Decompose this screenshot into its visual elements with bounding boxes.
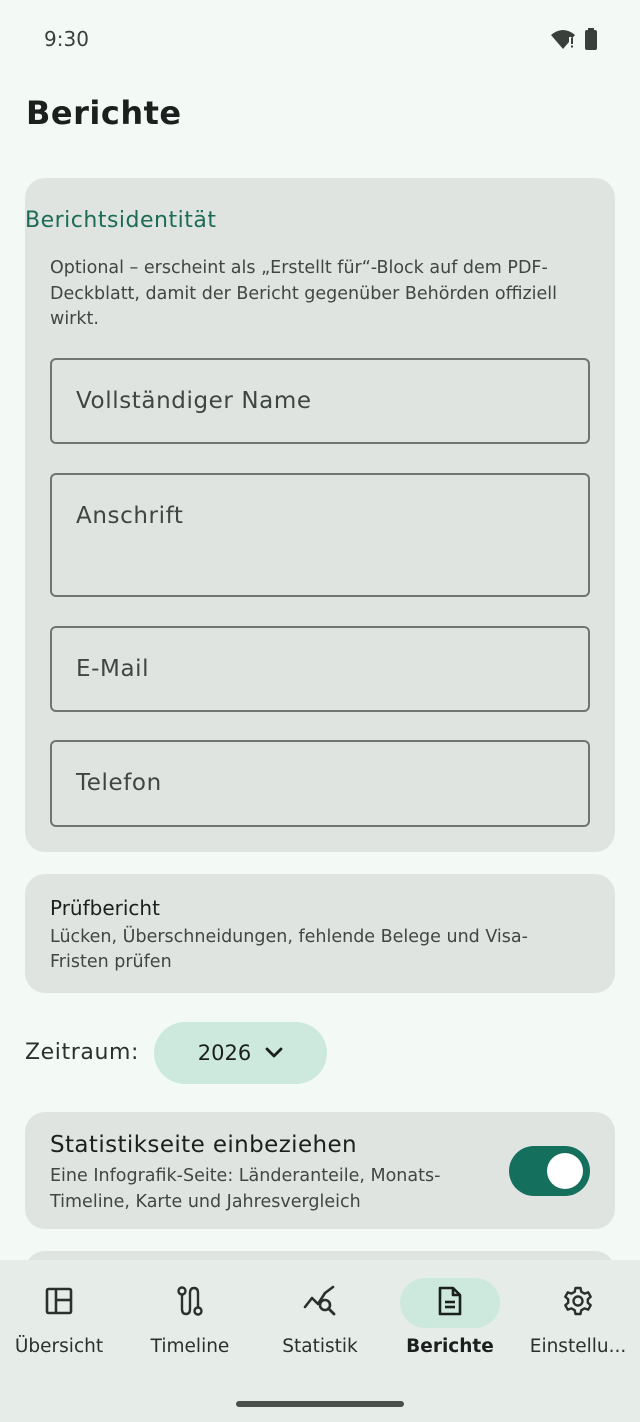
identity-title: Berichtsidentität [25,208,217,233]
nav-item-settings[interactable]: Einstellu... [514,1278,640,1378]
nav-item-statistics[interactable]: Statistik [256,1278,384,1378]
stats-page-toggle[interactable] [509,1146,590,1196]
status-icons [550,28,598,54]
nav-item-timeline[interactable]: Timeline [126,1278,254,1378]
full-name-label: Vollständiger Name [76,388,312,414]
check-report-description: Lücken, Überschneidungen, fehlende Beleg… [50,927,528,972]
nav-pill [528,1278,628,1328]
document-icon [437,1285,463,1321]
identity-description: Optional – erscheint als „Erstellt für“-… [50,258,558,329]
period-value: 2026 [197,1041,252,1065]
check-report-title: Prüfbericht [50,896,160,920]
address-label: Anschrift [76,503,184,529]
wifi-icon [550,28,576,54]
nav-item-overview[interactable]: Übersicht [0,1278,123,1378]
query-stats-icon [303,1285,337,1321]
route-icon [175,1285,205,1321]
chevron-down-icon [265,1044,283,1063]
full-name-field[interactable]: Vollständiger Name [50,358,590,444]
nav-pill-active [400,1278,500,1328]
gear-icon [562,1285,594,1321]
status-bar: 9:30 [0,0,640,78]
address-field[interactable]: Anschrift [50,473,590,597]
nav-label-overview: Übersicht [14,1336,104,1357]
email-field[interactable]: E-Mail [50,626,590,712]
nav-pill [140,1278,240,1328]
nav-label-settings: Einstellu... [529,1336,627,1357]
nav-pill [270,1278,370,1328]
period-dropdown[interactable]: 2026 [154,1022,327,1084]
dashboard-icon [44,1286,74,1320]
battery-icon [584,28,598,54]
nav-pill [9,1278,109,1328]
nav-label-reports: Berichte [406,1336,494,1357]
page-title: Berichte [26,94,182,132]
period-label: Zeitraum: [25,1040,140,1065]
status-time: 9:30 [44,27,89,51]
nav-label-timeline: Timeline [150,1336,230,1357]
stats-page-description: Eine Infografik-Seite: Länderanteile, Mo… [50,1166,441,1212]
home-indicator[interactable] [236,1401,404,1407]
email-label: E-Mail [76,656,150,682]
nav-label-statistics: Statistik [282,1336,358,1357]
toggle-knob [547,1153,583,1189]
phone-label: Telefon [76,770,162,796]
phone-field[interactable]: Telefon [50,740,590,827]
nav-item-reports[interactable]: Berichte [386,1278,514,1378]
stats-page-title: Statistikseite einbeziehen [50,1132,358,1158]
